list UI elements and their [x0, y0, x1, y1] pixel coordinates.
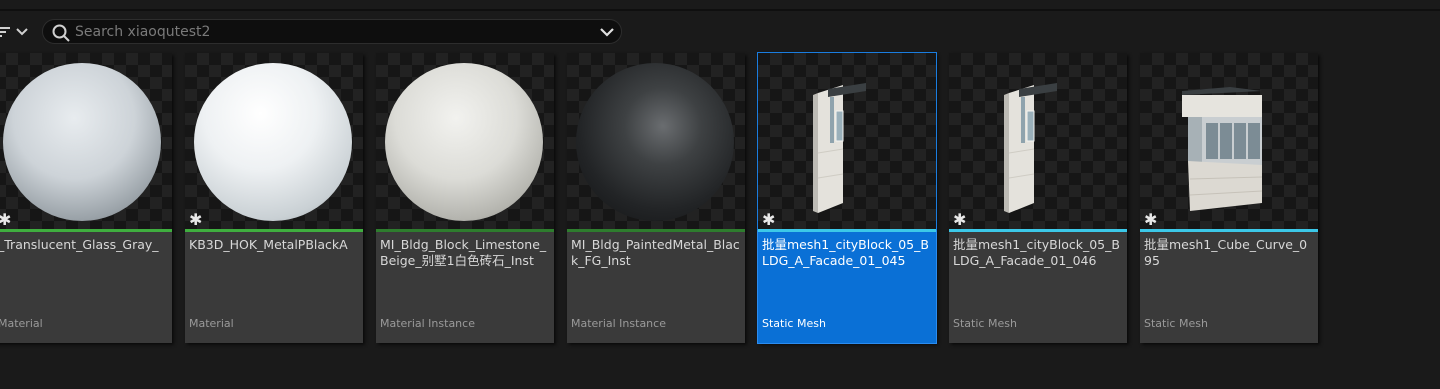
asset-tile[interactable]: ✱ KB3D_HOK_MetalPBlackA Material — [185, 53, 363, 343]
asset-type: Static Mesh — [1144, 317, 1208, 330]
asset-name: MI_Bldg_Block_Limestone_Beige_别墅1白色砖石_In… — [380, 237, 547, 268]
star-icon: ✱ — [762, 210, 776, 229]
asset-thumbnail — [757, 52, 937, 230]
asset-type: Material Instance — [571, 317, 666, 330]
filter-icon — [0, 27, 10, 37]
asset-tile[interactable]: ✱ 批量mesh1_cityBlock_05_BLDG_A_Facade_01_… — [757, 52, 937, 344]
facade-mesh-preview — [1004, 83, 1057, 213]
asset-thumbnail — [567, 53, 745, 229]
star-icon: ✱ — [1144, 210, 1158, 229]
asset-tile[interactable]: ✱ 批量mesh1_cityBlock_05_BLDG_A_Facade_01_… — [949, 53, 1127, 343]
asset-thumbnail — [185, 53, 363, 229]
asset-tile[interactable]: ✱ MI_Bldg_Block_Limestone_Beige_别墅1白色砖石_… — [376, 53, 554, 343]
asset-name: 批量mesh1_Cube_Curve_095 — [1144, 237, 1308, 268]
top-divider — [0, 9, 1440, 11]
asset-name: 批量mesh1_cityBlock_05_BLDG_A_Facade_01_04… — [953, 237, 1120, 268]
asset-type: Material — [189, 317, 234, 330]
star-icon: ✱ — [953, 210, 967, 229]
asset-tile[interactable]: ✱ 批量mesh1_Cube_Curve_095 Static Mesh — [1140, 53, 1318, 343]
search-options-chevron-icon[interactable] — [600, 27, 614, 37]
asset-thumbnail — [1140, 53, 1318, 229]
asset-type: Static Mesh — [953, 317, 1017, 330]
asset-name: KB3D_HOK_MetalPBlackA — [189, 237, 348, 252]
chevron-down-icon — [16, 28, 28, 36]
asset-tile[interactable]: ✱ MI_Bldg_PaintedMetal_Black_FG_Inst Mat… — [567, 53, 745, 343]
asset-type-color-bar — [185, 229, 363, 232]
asset-name: _Translucent_Glass_Gray_ — [0, 237, 159, 252]
content-browser-toolbar — [0, 18, 640, 46]
asset-type-color-bar — [1140, 229, 1318, 232]
asset-thumbnail — [0, 53, 172, 229]
asset-thumbnail — [949, 53, 1127, 229]
asset-type-color-bar — [949, 229, 1127, 232]
asset-type-color-bar — [0, 229, 172, 232]
search-input[interactable] — [75, 23, 595, 41]
asset-type: Static Mesh — [762, 317, 826, 330]
asset-type: Material Instance — [380, 317, 475, 330]
star-icon: ✱ — [189, 210, 203, 229]
asset-type: Material — [0, 317, 43, 330]
cube-curve-mesh-preview — [1182, 87, 1263, 211]
asset-tile[interactable]: ✱ _Translucent_Glass_Gray_ Material — [0, 53, 172, 343]
asset-name: MI_Bldg_PaintedMetal_Black_FG_Inst — [571, 237, 740, 268]
asset-name: 批量mesh1_cityBlock_05_BLDG_A_Facade_01_04… — [762, 237, 929, 268]
asset-type-color-bar — [758, 229, 936, 232]
search-icon — [52, 24, 70, 42]
asset-type-color-bar — [376, 229, 554, 232]
search-box — [42, 19, 622, 44]
asset-thumbnail — [376, 53, 554, 229]
asset-type-color-bar — [567, 229, 745, 232]
filter-button[interactable] — [0, 20, 36, 44]
facade-mesh-preview — [813, 83, 866, 213]
star-icon: ✱ — [0, 210, 12, 229]
